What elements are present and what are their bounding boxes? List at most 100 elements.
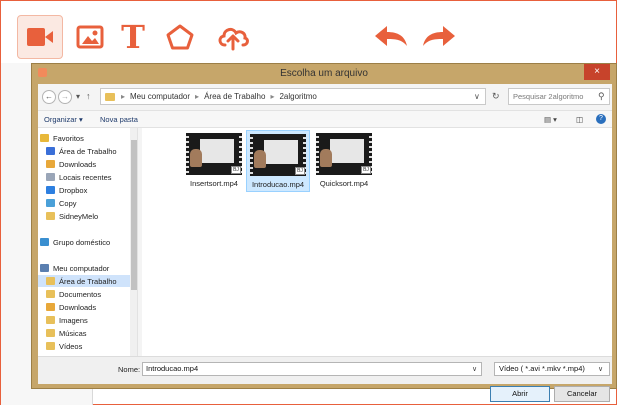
nav-label: Imagens bbox=[59, 315, 88, 325]
nav-musicas[interactable]: Músicas bbox=[46, 327, 137, 339]
navigation-pane: Favoritos Área de Trabalho Downloads Loc… bbox=[38, 128, 138, 356]
filename-label: Nome: bbox=[118, 365, 141, 374]
thumbnail-person bbox=[190, 149, 202, 167]
nav-meu-computador[interactable]: Meu computador bbox=[40, 262, 137, 274]
breadcrumb-folder[interactable]: 2algoritmo bbox=[279, 92, 316, 101]
dialog-title: Escolha um arquivo bbox=[280, 68, 368, 79]
nav-dropbox[interactable]: Dropbox bbox=[46, 184, 137, 196]
refresh-icon[interactable]: ↻ bbox=[492, 91, 500, 102]
breadcrumb-desktop[interactable]: Área de Trabalho bbox=[204, 92, 265, 101]
star-icon bbox=[40, 134, 49, 142]
nav-scrollbar[interactable] bbox=[130, 128, 137, 356]
back-button[interactable]: ← bbox=[42, 90, 56, 104]
nav-copy[interactable]: Copy bbox=[46, 197, 137, 209]
nav-area-de-trabalho-pc[interactable]: Área de Trabalho bbox=[38, 275, 137, 287]
video-thumbnail: BJ bbox=[316, 133, 372, 175]
thumbnail-screen bbox=[330, 139, 364, 163]
documents-icon bbox=[46, 290, 55, 298]
nav-label: Vídeos bbox=[59, 341, 83, 351]
video-thumbnail: BJ bbox=[186, 133, 242, 175]
thumbnail-person bbox=[320, 149, 332, 167]
search-icon: ⚲ bbox=[598, 91, 605, 101]
file-item-quicksort[interactable]: BJ Quicksort.mp4 bbox=[312, 130, 376, 192]
upload-tool-button[interactable] bbox=[213, 15, 253, 59]
videos-icon bbox=[46, 342, 55, 350]
command-bar: Organizar ▾ Nova pasta ▤ ▾ ◫ ? bbox=[38, 110, 612, 128]
nav-label: Músicas bbox=[59, 328, 87, 338]
undo-button[interactable] bbox=[371, 15, 411, 59]
close-button[interactable]: × bbox=[584, 64, 610, 80]
filename-row: Nome: Introducao.mp4 ∨ Vídeo ( *.avi *.m… bbox=[38, 356, 612, 384]
media-badge: BJ bbox=[361, 166, 371, 174]
homegroup-icon bbox=[40, 238, 49, 246]
dropbox-icon bbox=[46, 186, 55, 194]
nav-label: Meu computador bbox=[53, 263, 110, 273]
shape-tool-button[interactable] bbox=[161, 15, 199, 59]
text-tool-button[interactable]: T bbox=[116, 15, 150, 59]
address-row: ← → ▾ ↑ ▸ Meu computador ▸ Área de Traba… bbox=[38, 87, 612, 107]
organize-menu[interactable]: Organizar ▾ bbox=[44, 115, 83, 124]
file-item-introducao[interactable]: BJ Introducao.mp4 bbox=[246, 130, 310, 192]
nav-label: Área de Trabalho bbox=[59, 146, 117, 156]
video-icon bbox=[27, 28, 53, 46]
nav-documentos[interactable]: Documentos bbox=[46, 288, 137, 300]
film-strip bbox=[316, 133, 319, 175]
thumbnail-person bbox=[254, 150, 266, 168]
nav-downloads-pc[interactable]: Downloads bbox=[46, 301, 137, 313]
new-folder-button[interactable]: Nova pasta bbox=[100, 115, 138, 124]
search-input[interactable]: Pesquisar 2algoritmo bbox=[508, 88, 610, 105]
image-tool-button[interactable] bbox=[71, 15, 109, 59]
scroll-thumb[interactable] bbox=[131, 140, 137, 290]
thumbnail-screen bbox=[200, 139, 234, 163]
filetype-dropdown-icon[interactable]: ∨ bbox=[598, 365, 603, 373]
nav-sidneymelo[interactable]: SidneyMelo bbox=[46, 210, 137, 222]
up-button[interactable]: ↑ bbox=[86, 91, 91, 101]
media-badge: BJ bbox=[295, 167, 305, 175]
file-name: Introducao.mp4 bbox=[251, 180, 305, 189]
history-dropdown-icon[interactable]: ▾ bbox=[76, 92, 80, 101]
filetype-select[interactable]: Vídeo ( *.avi *.mkv *.mp4) bbox=[494, 362, 610, 376]
nav-imagens[interactable]: Imagens bbox=[46, 314, 137, 326]
nav-locais-recentes[interactable]: Locais recentes bbox=[46, 171, 137, 183]
text-icon: T bbox=[121, 18, 145, 56]
preview-pane-icon[interactable]: ◫ bbox=[576, 115, 583, 124]
nav-label: Grupo doméstico bbox=[53, 237, 111, 247]
nav-label: Área de Trabalho bbox=[59, 276, 117, 286]
dialog-body: ← → ▾ ↑ ▸ Meu computador ▸ Área de Traba… bbox=[38, 84, 612, 402]
filename-input[interactable]: Introducao.mp4 bbox=[142, 362, 482, 376]
music-icon bbox=[46, 329, 55, 337]
folder-icon bbox=[105, 92, 115, 101]
breadcrumb-computer[interactable]: Meu computador bbox=[130, 92, 190, 101]
nav-downloads[interactable]: Downloads bbox=[46, 158, 137, 170]
nav-favoritos[interactable]: Favoritos bbox=[40, 132, 137, 144]
downloads-folder-icon bbox=[46, 303, 55, 311]
video-tool-button[interactable] bbox=[17, 15, 63, 59]
editor-toolbar: T bbox=[1, 1, 617, 63]
cancel-button[interactable]: Cancelar bbox=[554, 386, 610, 402]
help-icon[interactable]: ? bbox=[596, 114, 606, 124]
forward-button[interactable]: → bbox=[58, 90, 72, 104]
film-strip bbox=[186, 133, 189, 175]
view-options-button[interactable]: ▤ ▾ bbox=[544, 115, 557, 124]
file-name: Quicksort.mp4 bbox=[319, 179, 369, 188]
open-button[interactable]: Abrir bbox=[490, 386, 550, 402]
address-dropdown-icon[interactable]: ∨ bbox=[474, 92, 480, 101]
nav-label: Documentos bbox=[59, 289, 102, 299]
file-name: Insertsort.mp4 bbox=[190, 179, 238, 188]
computer-icon bbox=[40, 264, 49, 272]
address-bar[interactable]: ▸ Meu computador ▸ Área de Trabalho ▸ 2a… bbox=[100, 88, 486, 105]
nav-label: Dropbox bbox=[59, 185, 88, 195]
nav-area-de-trabalho[interactable]: Área de Trabalho bbox=[46, 145, 137, 157]
nav-label: Locais recentes bbox=[59, 172, 112, 182]
breadcrumb-separator: ▸ bbox=[195, 92, 200, 101]
nav-videos[interactable]: Vídeos bbox=[46, 340, 137, 352]
breadcrumb-separator: ▸ bbox=[270, 92, 275, 101]
dialog-titlebar[interactable]: Escolha um arquivo × bbox=[32, 64, 616, 84]
file-dialog: Escolha um arquivo × ← → ▾ ↑ ▸ Meu compu… bbox=[31, 63, 617, 402]
film-strip bbox=[250, 134, 253, 176]
file-item-insertsort[interactable]: BJ Insertsort.mp4 bbox=[182, 130, 246, 192]
filename-dropdown-icon[interactable]: ∨ bbox=[472, 365, 477, 373]
thumbnail-screen bbox=[264, 140, 298, 164]
redo-button[interactable] bbox=[419, 15, 459, 59]
nav-grupo-domestico[interactable]: Grupo doméstico bbox=[40, 236, 137, 248]
